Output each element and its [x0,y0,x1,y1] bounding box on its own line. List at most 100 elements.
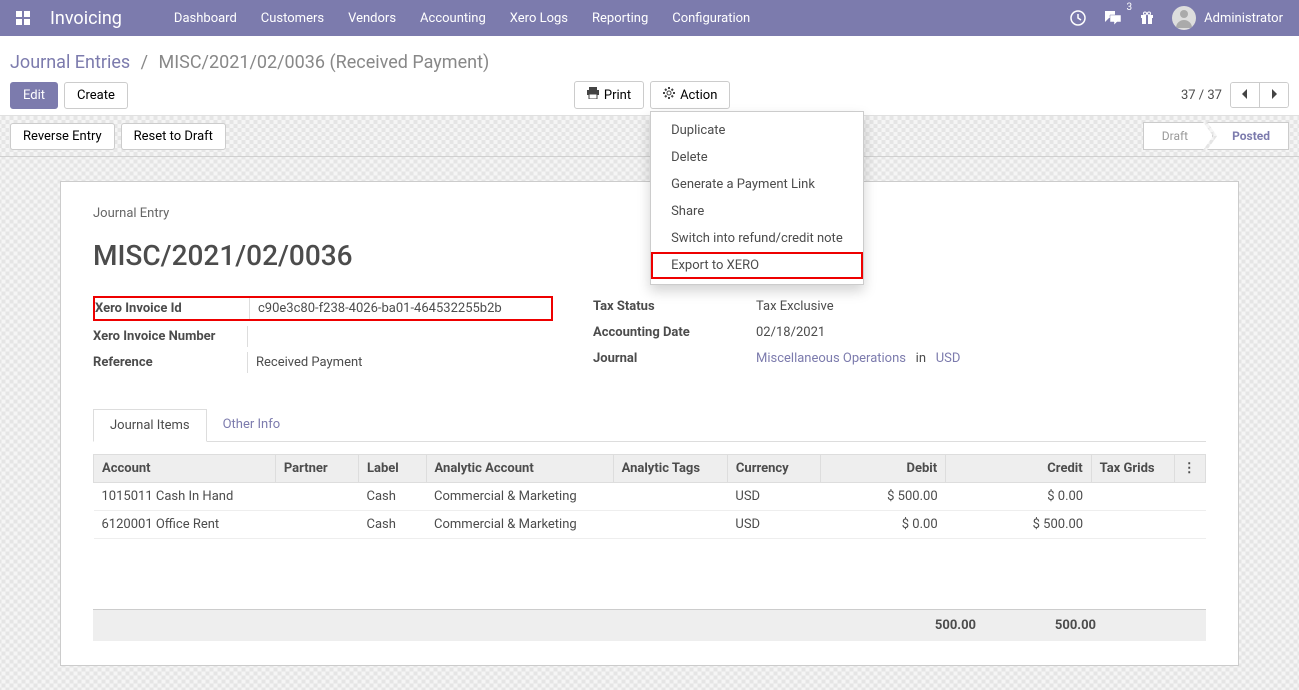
total-debit: 500.00 [866,610,986,641]
gift-icon[interactable] [1140,11,1154,25]
journal-value: Miscellaneous Operations in USD [748,348,1206,369]
cell-currency: USD [727,511,821,539]
reverse-entry-button[interactable]: Reverse Entry [10,123,115,150]
cell-debit: $ 0.00 [821,511,946,539]
apps-icon[interactable] [16,11,30,25]
pager: 37 / 37 [1181,82,1289,108]
cell-label: Cash [358,483,426,511]
menu-customers[interactable]: Customers [249,1,336,36]
print-button[interactable]: Print [574,81,644,109]
cell-analytic-tags [613,483,727,511]
xero-invoice-id-label: Xero Invoice Id [95,298,250,319]
pager-text: 37 / 37 [1181,88,1222,103]
reference-row: Reference Received Payment [93,352,553,373]
totals-row: 500.00 500.00 [93,609,1206,641]
gear-icon [663,87,675,103]
xero-invoice-number-label: Xero Invoice Number [93,326,248,347]
kebab-icon: ⋮ [1183,461,1196,476]
status-posted[interactable]: Posted [1207,122,1289,150]
avatar [1172,6,1196,30]
action-dropdown: Duplicate Delete Generate a Payment Link… [650,111,864,285]
breadcrumb: Journal Entries / MISC/2021/02/0036 (Rec… [10,46,1289,73]
user-name: Administrator [1204,11,1283,26]
menu-configuration[interactable]: Configuration [660,1,762,36]
edit-button[interactable]: Edit [10,82,58,109]
menu-xero-logs[interactable]: Xero Logs [498,1,580,36]
action-duplicate[interactable]: Duplicate [651,117,863,144]
print-label: Print [604,88,631,103]
pager-prev-button[interactable] [1231,83,1260,107]
status-steps: Draft Posted [1143,122,1289,150]
action-share[interactable]: Share [651,198,863,225]
menu-dashboard[interactable]: Dashboard [162,1,249,36]
xero-invoice-id-value: c90e3c80-f238-4026-ba01-464532255b2b [250,298,551,319]
col-debit[interactable]: Debit [821,455,946,483]
journal-row: Journal Miscellaneous Operations in USD [593,348,1206,369]
control-panel: Journal Entries / MISC/2021/02/0036 (Rec… [0,36,1299,116]
create-button[interactable]: Create [64,82,128,109]
user-menu[interactable]: Administrator [1172,6,1283,30]
journal-items-table: Account Partner Label Analytic Account A… [93,454,1206,539]
cell-analytic-account: Commercial & Marketing [426,483,613,511]
xero-invoice-id-row: Xero Invoice Id c90e3c80-f238-4026-ba01-… [93,296,553,321]
col-partner[interactable]: Partner [275,455,358,483]
activity-icon[interactable] [1070,10,1086,26]
action-refund[interactable]: Switch into refund/credit note [651,225,863,252]
top-navbar: Invoicing Dashboard Customers Vendors Ac… [0,0,1299,36]
chevron-left-icon [1241,88,1249,102]
col-options[interactable]: ⋮ [1174,455,1205,483]
reference-value: Received Payment [248,352,553,373]
journal-in-text: in [916,351,926,366]
accounting-date-label: Accounting Date [593,322,748,343]
tax-status-label: Tax Status [593,296,748,317]
tab-other-info[interactable]: Other Info [207,409,297,442]
tab-journal-items[interactable]: Journal Items [93,409,207,442]
journal-currency-link[interactable]: USD [936,351,961,366]
journal-label: Journal [593,348,748,369]
menu-accounting[interactable]: Accounting [408,1,498,36]
cell-analytic-account: Commercial & Marketing [426,511,613,539]
tabs: Journal Items Other Info [93,408,1206,442]
xero-invoice-number-value [248,326,553,332]
menu-reporting[interactable]: Reporting [580,1,660,36]
accounting-date-row: Accounting Date 02/18/2021 [593,322,1206,343]
col-currency[interactable]: Currency [727,455,821,483]
journal-operation-link[interactable]: Miscellaneous Operations [756,351,906,366]
messages-icon[interactable]: 3 [1104,10,1122,26]
action-button[interactable]: Action [650,81,730,109]
action-payment-link[interactable]: Generate a Payment Link [651,171,863,198]
status-draft[interactable]: Draft [1143,122,1213,150]
app-brand[interactable]: Invoicing [50,8,122,29]
cell-account: 6120001 Office Rent [94,511,276,539]
reset-to-draft-button[interactable]: Reset to Draft [121,123,226,150]
col-tax-grids[interactable]: Tax Grids [1091,455,1174,483]
table-row[interactable]: 1015011 Cash In HandCashCommercial & Mar… [94,483,1206,511]
cell-tax-grids [1091,511,1174,539]
cell-options [1174,483,1205,511]
cell-partner [275,483,358,511]
table-row[interactable]: 6120001 Office RentCashCommercial & Mark… [94,511,1206,539]
col-analytic-tags[interactable]: Analytic Tags [613,455,727,483]
col-credit[interactable]: Credit [946,455,1091,483]
cell-currency: USD [727,483,821,511]
tax-status-row: Tax Status Tax Exclusive [593,296,1206,317]
col-analytic-account[interactable]: Analytic Account [426,455,613,483]
cell-credit: $ 500.00 [946,511,1091,539]
col-label[interactable]: Label [358,455,426,483]
cell-options [1174,511,1205,539]
menu-vendors[interactable]: Vendors [336,1,408,36]
print-icon [587,87,599,103]
pager-next-button[interactable] [1260,83,1288,107]
action-export-xero[interactable]: Export to XERO [651,252,863,279]
chevron-right-icon [1270,88,1278,102]
cell-credit: $ 0.00 [946,483,1091,511]
breadcrumb-current: MISC/2021/02/0036 (Received Payment) [159,52,490,73]
breadcrumb-separator: / [141,52,148,73]
breadcrumb-link[interactable]: Journal Entries [10,52,130,73]
cell-analytic-tags [613,511,727,539]
cell-debit: $ 500.00 [821,483,946,511]
action-delete[interactable]: Delete [651,144,863,171]
tax-status-value: Tax Exclusive [748,296,1206,317]
col-account[interactable]: Account [94,455,276,483]
accounting-date-value: 02/18/2021 [748,322,1206,343]
